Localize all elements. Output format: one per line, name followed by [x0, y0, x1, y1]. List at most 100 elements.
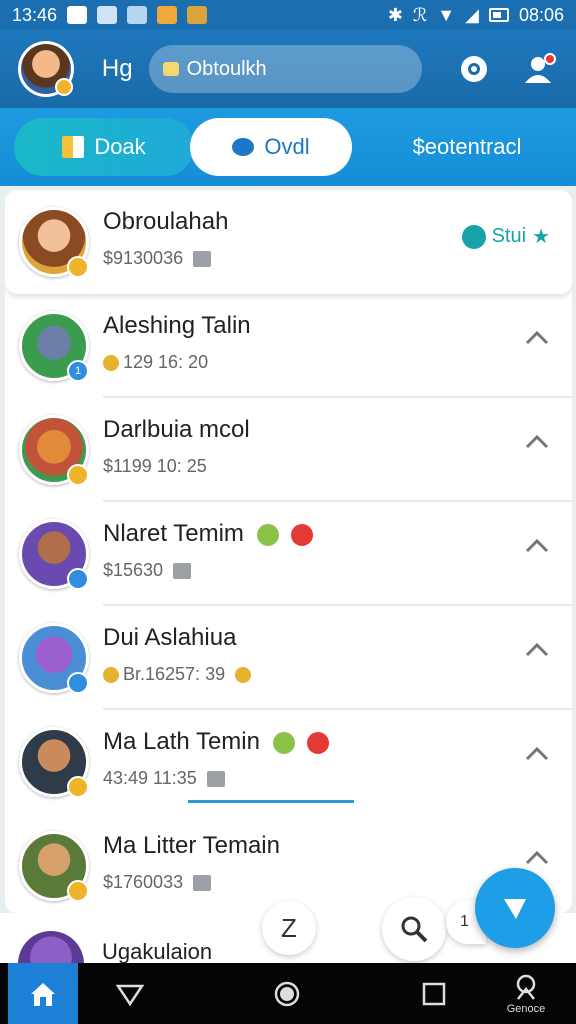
- chat-meta-text: $1760033: [103, 872, 184, 892]
- list-item[interactable]: Darlbuia mcol $1199 10: 25: [5, 398, 572, 502]
- mail-notification-icon: [97, 6, 118, 24]
- search-button[interactable]: [382, 897, 446, 961]
- tab-label: Doak: [94, 134, 146, 159]
- floating-toolbar: Z: [262, 893, 462, 963]
- signal-icon: ◢: [465, 4, 479, 25]
- tab-doak[interactable]: Doak: [14, 118, 194, 176]
- list-item[interactable]: Ma Lath Temin 43:49 11:35: [5, 710, 572, 814]
- coin-icon: [103, 666, 119, 683]
- home-circle-button[interactable]: [251, 963, 323, 1024]
- chat-meta: $1199 10: 25: [103, 456, 207, 477]
- user-name: Hg: [101, 55, 133, 82]
- tab-label: $eotentracl: [412, 134, 522, 159]
- star-icon: ★: [532, 226, 550, 248]
- home-icon: [31, 982, 55, 1006]
- search-icon: [401, 916, 428, 943]
- chevron-up-icon[interactable]: [522, 634, 552, 664]
- chevron-up-icon[interactable]: [522, 426, 552, 456]
- status-badge: Stui ★: [461, 224, 550, 249]
- nfc-icon: ℛ: [412, 4, 428, 25]
- status-text: Stui: [491, 225, 527, 247]
- tab-label: Ovdl: [264, 134, 310, 159]
- chevron-up-icon[interactable]: [522, 322, 552, 352]
- notification-dot: [543, 53, 556, 65]
- chat-name: Darlbuia mcol: [103, 416, 250, 443]
- battery-icon: [488, 8, 509, 22]
- chat-meta-text: 43:49 11:35: [103, 768, 197, 788]
- chevron-up-icon[interactable]: [522, 842, 552, 872]
- chat-name: Ugakulaion: [102, 939, 213, 963]
- online-icon: [461, 224, 486, 249]
- check-badge-icon: [67, 464, 89, 486]
- chat-meta: 43:49 11:35: [103, 768, 225, 789]
- settings-button[interactable]: [454, 49, 494, 89]
- bluetooth-icon: ✱: [387, 4, 403, 25]
- chat-icon: [232, 138, 255, 156]
- search-input[interactable]: Obtoulkh: [148, 45, 423, 93]
- chevron-up-icon[interactable]: [522, 530, 552, 560]
- recents-button[interactable]: [398, 963, 470, 1024]
- send-icon: [504, 899, 526, 919]
- notifications-button[interactable]: [518, 49, 558, 89]
- emoji-icon: [256, 523, 279, 546]
- profile-nav-button[interactable]: Genoce: [490, 963, 562, 1024]
- flag-icon: [173, 562, 192, 579]
- tab-eotentracl[interactable]: $eotentracl: [372, 118, 562, 176]
- chat-name: Ma Litter Temain: [103, 832, 280, 859]
- check-notification-icon: [127, 6, 148, 24]
- navigation-bar: Genoce: [0, 963, 576, 1024]
- check-badge-icon: [67, 568, 89, 590]
- list-item[interactable]: Nlaret Temim $15630: [5, 502, 572, 606]
- check-badge-icon: [67, 256, 89, 278]
- check-badge-icon: [67, 672, 89, 694]
- chat-meta-text: $9130036: [103, 248, 184, 268]
- chat-name-text: Nlaret Temim: [103, 520, 244, 547]
- emoji-icon: [307, 731, 330, 754]
- wifi-icon: ▼: [437, 4, 456, 25]
- check-badge-icon: [67, 776, 89, 798]
- square-icon: [422, 982, 446, 1005]
- app-header: Hg Obtoulkh: [0, 30, 576, 108]
- back-triangle-icon: [115, 984, 145, 1006]
- z-button[interactable]: Z: [262, 901, 316, 955]
- flag-icon: [206, 770, 225, 787]
- chat-name: Aleshing Talin: [103, 312, 251, 339]
- check-badge-icon: [67, 880, 89, 902]
- chat-name: Ma Lath Temin: [103, 728, 330, 756]
- chat-meta-text: Br.16257: 39: [123, 664, 226, 684]
- status-time: 13:46: [12, 4, 58, 25]
- emoji-icon: [291, 523, 314, 546]
- list-item[interactable]: 1 Aleshing Talin 129 16: 20: [5, 294, 572, 398]
- chevron-up-icon[interactable]: [522, 738, 552, 768]
- coin-icon: [103, 354, 119, 371]
- avatar: [18, 931, 84, 963]
- user-avatar[interactable]: [18, 41, 74, 97]
- home-button[interactable]: [8, 963, 78, 1024]
- back-button[interactable]: [94, 963, 166, 1024]
- chat-name: Obroulahah: [103, 208, 229, 235]
- emoji-icon: [272, 731, 295, 754]
- chat-list: Obroulahah $9130036 Stui ★ 1 Aleshing Ta…: [5, 190, 572, 913]
- book-icon: [62, 136, 85, 158]
- chat-meta: 129 16: 20: [103, 352, 208, 373]
- gear-icon: [461, 56, 488, 82]
- chat-meta: $15630: [103, 560, 192, 581]
- coin-icon: [235, 666, 252, 683]
- lock-icon: [162, 62, 179, 76]
- chat-name-text: Ma Lath Temin: [103, 728, 260, 755]
- chat-meta-text: $1199 10: 25: [103, 456, 207, 476]
- chat-name: Dui Aslahiua: [103, 624, 237, 651]
- list-item[interactable]: Dui Aslahiua Br.16257: 39: [5, 606, 572, 710]
- compose-fab[interactable]: [475, 868, 555, 948]
- flag-icon: [193, 250, 212, 267]
- flag-icon: [193, 874, 212, 891]
- list-item[interactable]: Obroulahah $9130036 Stui ★: [5, 190, 572, 294]
- scroll-indicator: [188, 800, 354, 803]
- search-text: Obtoulkh: [186, 57, 267, 80]
- profile-nav-label: Genoce: [506, 1002, 546, 1015]
- chat-meta-text: 129 16: 20: [123, 352, 209, 372]
- chat-meta-text: $15630: [103, 560, 164, 580]
- chat-name: Nlaret Temim: [103, 520, 314, 548]
- tab-ovdl[interactable]: Ovdl: [190, 118, 352, 176]
- chat-meta: Br.16257: 39: [103, 664, 252, 685]
